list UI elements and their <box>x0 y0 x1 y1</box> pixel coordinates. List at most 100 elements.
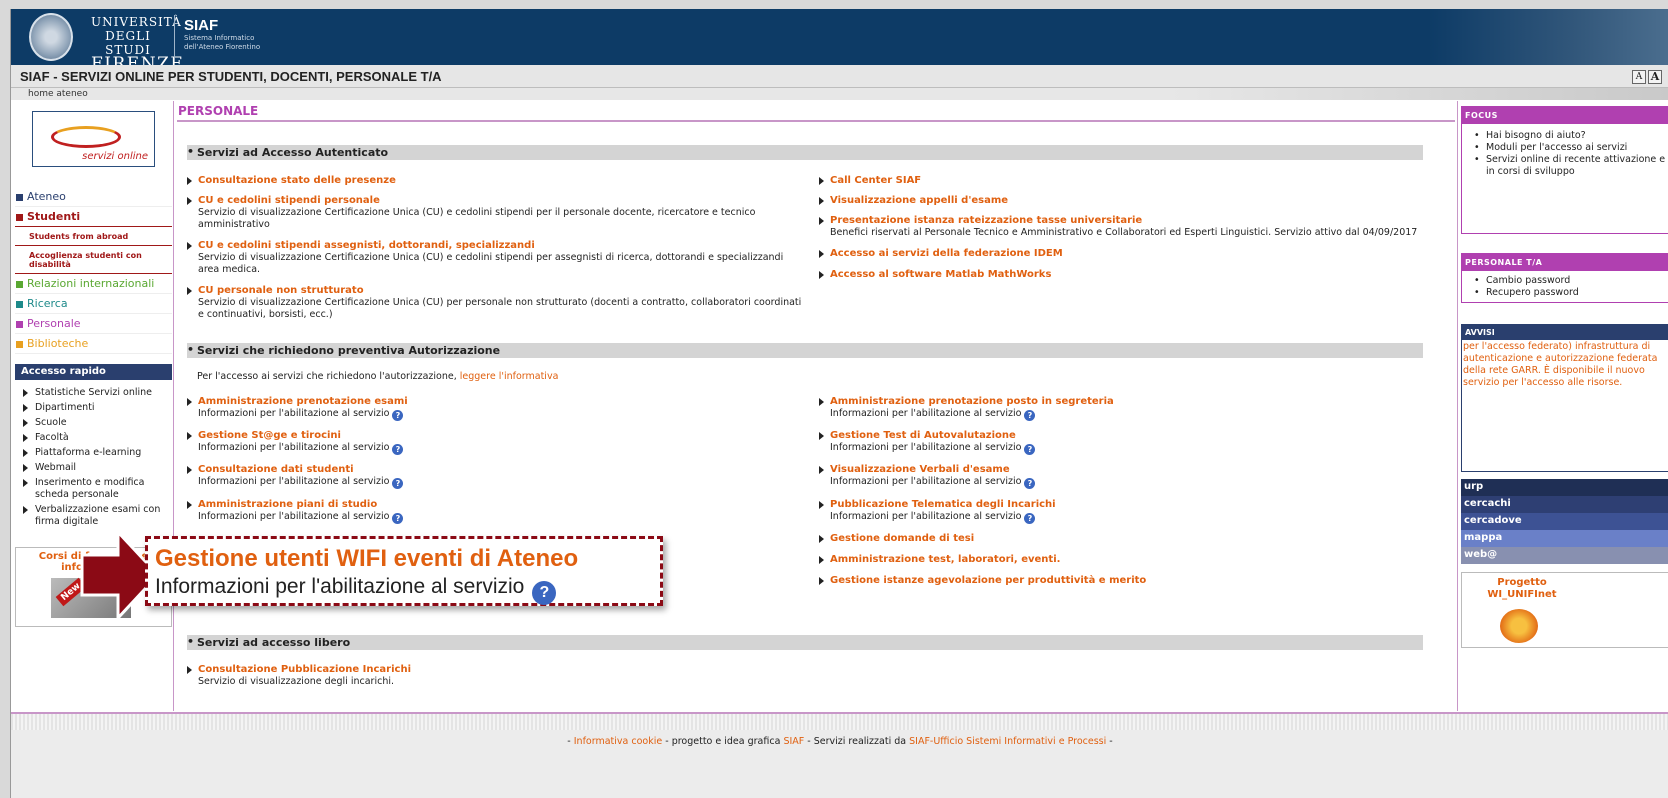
section-heading: PERSONALE <box>177 101 1455 122</box>
nav-item-biblioteche[interactable]: Biblioteche <box>15 334 172 354</box>
help-icon[interactable]: ? <box>392 444 404 455</box>
service-item: Visualizzazione Verbali d'esame Informaz… <box>819 464 1439 489</box>
help-icon[interactable]: ? <box>1024 513 1036 524</box>
breadcrumb-home[interactable]: home ateneo <box>28 89 88 99</box>
service-item: Amministrazione prenotazione esami Infor… <box>187 396 807 421</box>
service-item: Accesso al software Matlab MathWorks <box>819 269 1439 281</box>
quick-link[interactable]: Facoltà <box>15 430 172 445</box>
cookie-link[interactable]: Informativa cookie <box>574 736 662 747</box>
service-info: Informazioni per l'abilitazione al servi… <box>187 408 807 421</box>
service-link[interactable]: CU e cedolini stipendi personale <box>187 195 807 207</box>
service-desc: Servizio di visualizzazione Certificazio… <box>198 252 784 275</box>
help-icon[interactable]: ? <box>1024 410 1036 421</box>
main-content: PERSONALE Servizi ad Accesso Autenticato… <box>177 101 1457 711</box>
service-link[interactable]: Accesso ai servizi della federazione IDE… <box>819 248 1439 260</box>
info-text: Informazioni per l'abilitazione al servi… <box>830 511 1022 522</box>
service-desc: Servizio di visualizzazione Certificazio… <box>198 297 802 320</box>
service-link[interactable]: Gestione istanze agevolazione per produt… <box>819 575 1439 587</box>
service-link[interactable]: Consultazione Pubblicazione Incarichi <box>187 664 807 676</box>
help-icon[interactable]: ? <box>392 513 404 524</box>
siaf-link[interactable]: SIAF <box>783 736 804 747</box>
help-icon[interactable]: ? <box>1024 444 1036 455</box>
nav-item-studenti[interactable]: Studenti <box>15 207 172 227</box>
service-link[interactable]: Gestione St@ge e tirocini <box>187 430 807 442</box>
help-icon[interactable]: ? <box>532 581 557 605</box>
recupero-password-link[interactable]: Recupero password <box>1462 287 1668 299</box>
logo-label: servizi online <box>82 151 148 162</box>
wi-unifinet-banner[interactable]: Progetto WI_UNIFInet <box>1461 572 1668 648</box>
focus-item[interactable]: Moduli per l'accesso ai servizi <box>1462 142 1668 154</box>
service-link[interactable]: Amministrazione piani di studio <box>187 499 807 511</box>
cambio-password-link[interactable]: Cambio password <box>1462 275 1668 287</box>
service-link[interactable]: Accesso al software Matlab MathWorks <box>819 269 1439 281</box>
zoom-callout: Gestione utenti WIFI eventi di Ateneo In… <box>145 536 663 606</box>
nav-sub-accoglienza[interactable]: Accoglienza studenti con disabilità <box>15 246 172 274</box>
help-icon[interactable]: ? <box>392 478 404 489</box>
mappa-link[interactable]: mappa <box>1461 530 1668 547</box>
service-item: Consultazione Pubblicazione Incarichi Se… <box>187 664 807 688</box>
service-link[interactable]: Pubblicazione Telematica degli Incarichi <box>819 499 1439 511</box>
quick-link[interactable]: Statistiche Servizi online <box>15 385 172 400</box>
quick-link[interactable]: Inserimento e modifica scheda personale <box>15 475 172 502</box>
quick-link[interactable]: Verbalizzazione esami con firma digitale <box>15 502 172 529</box>
university-seal-icon[interactable] <box>29 13 73 61</box>
footer-sep: - <box>567 736 571 747</box>
nav-item-ricerca[interactable]: Ricerca <box>15 294 172 314</box>
service-link[interactable]: Presentazione istanza rateizzazione tass… <box>819 215 1449 227</box>
service-link[interactable]: Gestione domande di tesi <box>819 533 1439 545</box>
service-item: Amministrazione test, laboratori, eventi… <box>819 554 1439 566</box>
cercadove-link[interactable]: cercadove <box>1461 513 1668 530</box>
page-frame: UNIVERSITÀ DEGLI STUDI FIRENZE SIAF Sist… <box>10 9 1668 798</box>
info-text: Informazioni per l'abilitazione al servi… <box>198 476 390 487</box>
webat-link[interactable]: web@ <box>1461 547 1668 564</box>
service-link[interactable]: Gestione Test di Autovalutazione <box>819 430 1439 442</box>
service-link[interactable]: CU personale non strutturato <box>187 285 807 297</box>
service-item: Amministrazione prenotazione posto in se… <box>819 396 1439 421</box>
service-link[interactable]: Consultazione dati studenti <box>187 464 807 476</box>
focus-item[interactable]: Servizi online di recente attivazione e … <box>1462 154 1668 178</box>
service-info: Informazioni per l'abilitazione al servi… <box>819 511 1439 524</box>
quick-link[interactable]: Dipartimenti <box>15 400 172 415</box>
help-icon[interactable]: ? <box>1024 478 1036 489</box>
focus-box: FOCUS Hai bisogno di aiuto? Moduli per l… <box>1461 106 1668 234</box>
service-link[interactable]: Visualizzazione Verbali d'esame <box>819 464 1439 476</box>
service-link[interactable]: Visualizzazione appelli d'esame <box>819 195 1439 207</box>
avvisi-text[interactable]: per l'accesso federato) infrastruttura d… <box>1462 340 1668 390</box>
quick-link[interactable]: Piattaforma e-learning <box>15 445 172 460</box>
urp-link[interactable]: urp <box>1461 479 1668 496</box>
service-link[interactable]: CU e cedolini stipendi assegnisti, dotto… <box>187 240 807 252</box>
service-info: Informazioni per l'abilitazione al servi… <box>187 476 807 489</box>
info-text: Informazioni per l'abilitazione al servi… <box>830 476 1022 487</box>
sol-logo-icon <box>51 126 121 148</box>
focus-item[interactable]: Hai bisogno di aiuto? <box>1462 130 1668 142</box>
office-link[interactable]: SIAF-Ufficio Sistemi Informativi e Proce… <box>909 736 1106 747</box>
siaf-logo[interactable]: SIAF Sistema Informatico dell'Ateneo Fio… <box>184 17 260 52</box>
nav-item-relazioni[interactable]: Relazioni internazionali <box>15 274 172 294</box>
section-authenticated: Servizi ad Accesso Autenticato <box>187 145 1423 160</box>
service-link[interactable]: Amministrazione prenotazione esami <box>187 396 807 408</box>
nav-item-personale[interactable]: Personale <box>15 314 172 334</box>
service-link[interactable]: Amministrazione test, laboratori, eventi… <box>819 554 1439 566</box>
informativa-link[interactable]: leggere l'informativa <box>460 371 559 382</box>
help-icon[interactable]: ? <box>392 410 404 421</box>
cercachi-link[interactable]: cercachi <box>1461 496 1668 513</box>
quick-link[interactable]: Webmail <box>15 460 172 475</box>
university-logo[interactable]: UNIVERSITÀ DEGLI STUDI FIRENZE <box>91 15 183 65</box>
callout-service-link[interactable]: Gestione utenti WIFI eventi di Ateneo <box>155 545 578 573</box>
footer-text: - Informativa cookie - progetto e idea g… <box>11 736 1668 747</box>
service-link[interactable]: Amministrazione prenotazione posto in se… <box>819 396 1439 408</box>
wifi-logo-icon <box>1500 609 1538 643</box>
header-banner: UNIVERSITÀ DEGLI STUDI FIRENZE SIAF Sist… <box>11 9 1668 65</box>
info-text: Informazioni per l'abilitazione al servi… <box>830 408 1022 419</box>
service-link[interactable]: Call Center SIAF <box>819 175 1439 187</box>
font-large-button[interactable]: A <box>1648 70 1662 84</box>
nav-item-ateneo[interactable]: Ateneo <box>15 187 172 207</box>
quick-link[interactable]: Scuole <box>15 415 172 430</box>
section-authorization: Servizi che richiedono preventiva Autori… <box>187 343 1423 358</box>
servizi-online-logo[interactable]: servizi online <box>32 111 155 167</box>
font-small-button[interactable]: A <box>1632 70 1646 84</box>
nav-sub-students-abroad[interactable]: Students from abroad <box>15 227 172 246</box>
authorization-note: Per l'accesso ai servizi che richiedono … <box>197 371 558 382</box>
service-link[interactable]: Consultazione stato delle presenze <box>187 175 807 187</box>
main-nav: Ateneo Studenti Students from abroad Acc… <box>15 187 172 354</box>
